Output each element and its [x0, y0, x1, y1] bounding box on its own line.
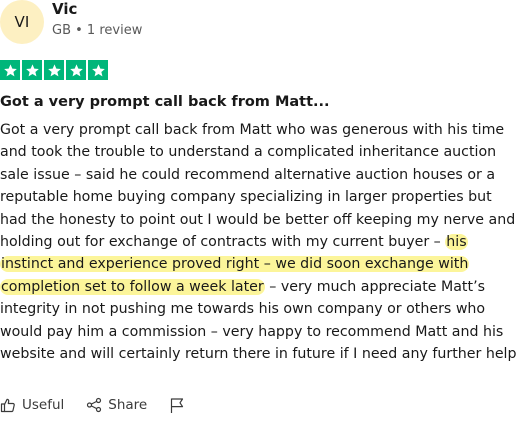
review-text-line: sale issue – said he could recommend alt… — [0, 164, 530, 186]
review-text: integrity in not pushing me towards his … — [0, 301, 486, 318]
review-body: Got a very prompt call back from Matt wh… — [0, 119, 530, 365]
review-text: would pay him a commission – very happy … — [0, 323, 504, 340]
review-text-line: holding out for exchange of contracts wi… — [0, 231, 530, 253]
review-text-line: Got a very prompt call back from Matt wh… — [0, 119, 530, 141]
review-card: VI Vic GB • 1 review Got a very prompt c… — [0, 0, 530, 421]
highlighted-text: completion set to follow a week later — [0, 278, 265, 295]
useful-button[interactable]: Useful — [0, 397, 64, 413]
star-icon — [88, 60, 108, 80]
star-icon — [22, 60, 42, 80]
review-text-line: had the honesty to point out I would be … — [0, 209, 530, 231]
reviewer-info: Vic GB • 1 review — [52, 0, 252, 39]
review-text: holding out for exchange of contracts wi… — [0, 233, 446, 250]
reviewer-header: VI — [0, 0, 44, 44]
review-text: had the honesty to point out I would be … — [0, 211, 516, 228]
star-icon — [44, 60, 64, 80]
highlighted-text: his — [445, 233, 468, 250]
review-text: sale issue – said he could recommend alt… — [0, 166, 496, 183]
share-label: Share — [108, 397, 148, 413]
star-icon — [66, 60, 86, 80]
review-text-line: completion set to follow a week later – … — [0, 276, 530, 298]
review-title[interactable]: Got a very prompt call back from Matt... — [0, 92, 530, 112]
share-icon — [86, 397, 102, 413]
review-text-line: would pay him a commission – very happy … — [0, 321, 530, 343]
reviewer-meta: GB • 1 review — [52, 23, 143, 38]
star-rating — [0, 60, 108, 80]
thumbs-up-icon — [0, 397, 16, 413]
avatar[interactable]: VI — [0, 0, 44, 44]
review-actions: Useful Share — [0, 395, 207, 415]
review-text-line: integrity in not pushing me towards his … — [0, 298, 530, 320]
review-text-line: and took the trouble to understand a com… — [0, 141, 530, 163]
flag-icon — [169, 397, 185, 414]
star-icon — [0, 60, 20, 80]
review-text: website and will certainly return there … — [0, 345, 517, 362]
useful-label: Useful — [22, 397, 65, 413]
review-text: – very much appreciate Matt’s — [264, 278, 485, 295]
share-button[interactable]: Share — [86, 397, 147, 413]
review-text: and took the trouble to understand a com… — [0, 144, 497, 161]
reviewer-name[interactable]: Vic — [52, 0, 252, 19]
review-text: Got a very prompt call back from Matt wh… — [0, 122, 505, 138]
review-text-line: reputable home buying company specializi… — [0, 186, 530, 208]
highlighted-text: instinct and experience proved right – w… — [0, 256, 470, 273]
review-text-line: website and will certainly return there … — [0, 343, 530, 365]
review-text: reputable home buying company specializi… — [0, 189, 492, 206]
report-button[interactable] — [169, 397, 185, 414]
review-text-line: instinct and experience proved right – w… — [0, 253, 530, 275]
